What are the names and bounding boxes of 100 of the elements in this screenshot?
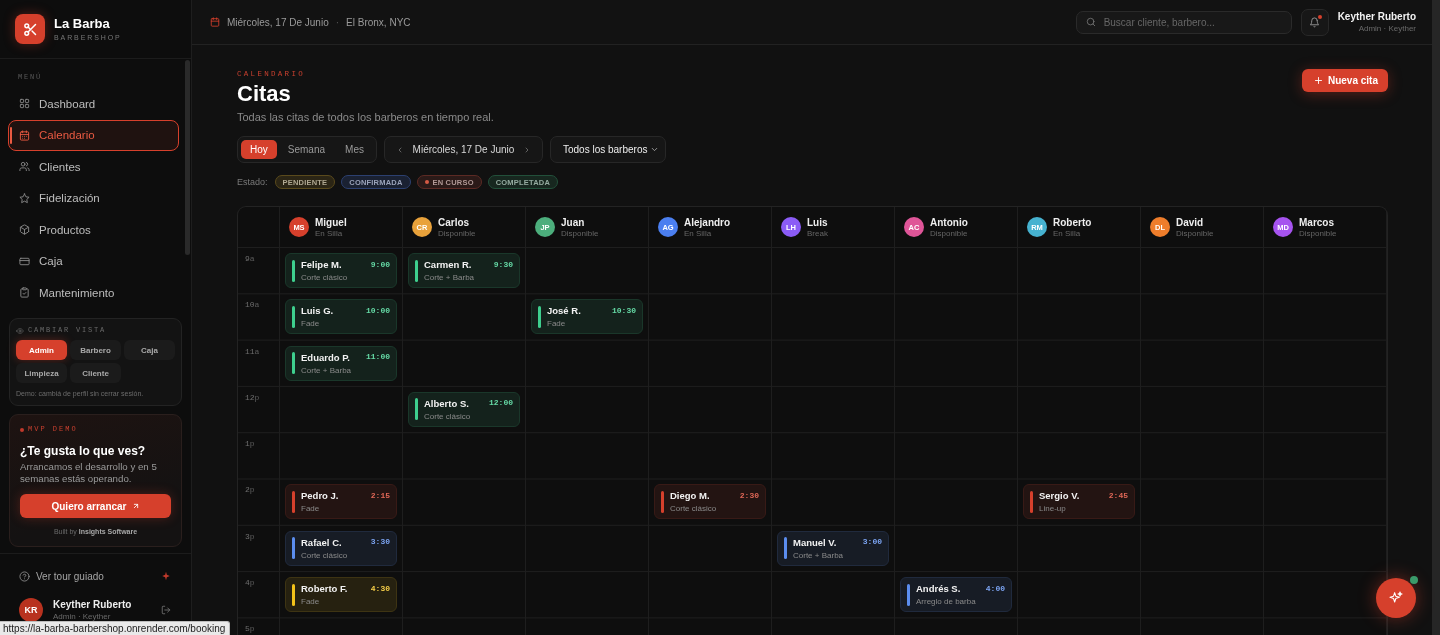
- hour-label: 3p: [245, 531, 255, 541]
- user-name: Keyther Ruberto: [1337, 11, 1416, 22]
- appointment-time: 9:00: [370, 259, 390, 270]
- appointment-time: 11:00: [366, 352, 390, 363]
- view-tab[interactable]: Semana: [278, 140, 335, 159]
- appointment-card[interactable]: Luis G. 10:00 Fade: [285, 299, 397, 335]
- role-option[interactable]: Barbero: [70, 340, 121, 360]
- eye-icon: [16, 326, 24, 335]
- separator-dot: ·: [335, 16, 340, 28]
- barber-status: En Silla: [684, 228, 713, 238]
- brand-name: La Barba: [54, 16, 111, 31]
- barber-status: Break: [807, 228, 828, 238]
- appointment-card[interactable]: Pedro J. 2:15 Fade: [285, 484, 397, 520]
- notifications-button[interactable]: [1300, 8, 1329, 36]
- barber-select[interactable]: Todos los barberos: [549, 136, 666, 163]
- calendar-icon: [19, 129, 30, 141]
- appointment-time: 4:00: [985, 583, 1005, 594]
- nav-item[interactable]: Dashboard: [8, 88, 179, 120]
- logout-icon[interactable]: [161, 605, 171, 615]
- client-name: Carmen R.: [424, 259, 472, 270]
- barber-status: Disponible: [1176, 228, 1214, 238]
- page-title: Citas: [237, 81, 292, 107]
- client-name: Felipe M.: [301, 259, 342, 270]
- barber-name: Juan: [561, 216, 586, 228]
- appointment-time: 4:30: [370, 583, 390, 594]
- status-dot-icon: [20, 427, 24, 432]
- chevron-down-icon: [649, 145, 659, 154]
- barber-status: En Silla: [315, 228, 344, 238]
- new-appointment-button[interactable]: Nueva cita: [1301, 69, 1388, 92]
- hour-label: 10a: [245, 300, 260, 310]
- service-name: Corte clásico: [301, 550, 349, 560]
- hour-label: 2p: [245, 485, 255, 495]
- barber-name: Carlos: [438, 216, 471, 228]
- user-avatar: KR: [19, 598, 43, 622]
- appointment-card[interactable]: José R. 10:30 Fade: [531, 299, 643, 335]
- scrollbar-thumb[interactable]: [185, 60, 190, 255]
- plus-icon: [1313, 76, 1323, 85]
- search-field[interactable]: Buscar cliente, barbero...: [1075, 10, 1292, 34]
- calendar-icon: [210, 17, 220, 27]
- promo-text: Arrancamos el desarrollo y en 5 semanas estás operando.: [20, 461, 158, 485]
- client-name: Luis G.: [301, 305, 334, 317]
- role-option[interactable]: Limpieza: [16, 363, 67, 383]
- barber-name: Antonio: [930, 216, 968, 228]
- client-name: Roberto F.: [301, 583, 348, 595]
- view-tab[interactable]: Hoy: [241, 140, 277, 159]
- nav-item[interactable]: Caja: [8, 245, 179, 277]
- appointment-card[interactable]: Roberto F. 4:30 Fade: [285, 577, 397, 613]
- role-option[interactable]: Admin: [16, 340, 67, 360]
- nav-item[interactable]: Calendario: [8, 119, 179, 151]
- appointment-time: 10:30: [612, 305, 636, 316]
- appointment-card[interactable]: Diego M. 2:30 Corte clásico: [654, 484, 766, 520]
- nav-item[interactable]: Mantenimiento: [8, 277, 179, 309]
- hour-label: 12p: [245, 392, 260, 402]
- appointment-card[interactable]: Rafael C. 3:30 Corte clásico: [285, 530, 397, 566]
- appointment-time: 3:00: [862, 537, 882, 548]
- cta-button[interactable]: Quiero arrancar: [20, 494, 171, 518]
- nav-item[interactable]: Clientes: [8, 151, 179, 183]
- client-name: Diego M.: [670, 490, 710, 502]
- client-name: Rafael C.: [301, 536, 342, 548]
- appointment-card[interactable]: Eduardo P. 11:00 Corte + Barba: [285, 345, 397, 381]
- appointment-time: 2:15: [370, 491, 390, 501]
- appointment-time: 2:45: [1108, 491, 1128, 501]
- star-icon: [19, 192, 30, 204]
- nav-item[interactable]: Productos: [8, 214, 179, 246]
- link-preview-bar: https://la-barba-barbershop.onrender.com/booking: [0, 621, 231, 635]
- role-option[interactable]: Caja: [124, 340, 175, 360]
- sparkle-icon: [1388, 590, 1404, 606]
- appointment-card[interactable]: Manuel V. 3:00 Corte + Barba: [777, 530, 889, 566]
- barber-name: Luis: [807, 216, 828, 228]
- view-tab[interactable]: Mes: [336, 140, 373, 159]
- appointment-card[interactable]: Sergio V. 2:45 Line-up: [1023, 484, 1135, 520]
- appointment-time: 3:30: [370, 537, 390, 548]
- barber-status: En Silla: [1053, 228, 1082, 238]
- nav-item[interactable]: Fidelización: [8, 182, 179, 214]
- appointment-card[interactable]: Carmen R. 9:30 Corte + Barba: [408, 253, 520, 288]
- appointment-card[interactable]: Andrés S. 4:00 Arreglo de barba: [900, 577, 1012, 613]
- role-option[interactable]: Cliente: [70, 363, 121, 383]
- service-name: Corte + Barba: [424, 273, 476, 282]
- service-name: Corte + Barba: [793, 550, 845, 560]
- client-name: Pedro J.: [301, 490, 339, 502]
- client-name: Eduardo P.: [301, 351, 350, 363]
- client-name: Alberto S.: [424, 397, 469, 409]
- users-icon: [19, 161, 30, 173]
- credit-card-icon: [19, 255, 30, 267]
- header-date: Miércoles, 17 De Junio: [227, 16, 329, 28]
- service-name: Arreglo de barba: [916, 597, 977, 607]
- location-label: El Bronx, NYC: [346, 16, 411, 28]
- appointment-card[interactable]: Felipe M. 9:00 Corte clásico: [285, 253, 397, 288]
- sparkle-icon: [161, 571, 171, 581]
- client-name: José R.: [547, 305, 581, 317]
- hour-label: 11a: [245, 346, 260, 356]
- bell-icon: [1309, 16, 1321, 28]
- arrow-up-right-icon: [131, 502, 140, 510]
- tour-link[interactable]: Ver tour guiado: [19, 570, 104, 582]
- grid-icon: [19, 98, 30, 110]
- appointment-time: 10:00: [366, 305, 390, 316]
- barber-status: Disponible: [930, 228, 968, 238]
- barber-name: Miguel: [315, 216, 347, 228]
- appointment-card[interactable]: Alberto S. 12:00 Corte clásico: [408, 391, 520, 427]
- box-icon: [19, 224, 30, 236]
